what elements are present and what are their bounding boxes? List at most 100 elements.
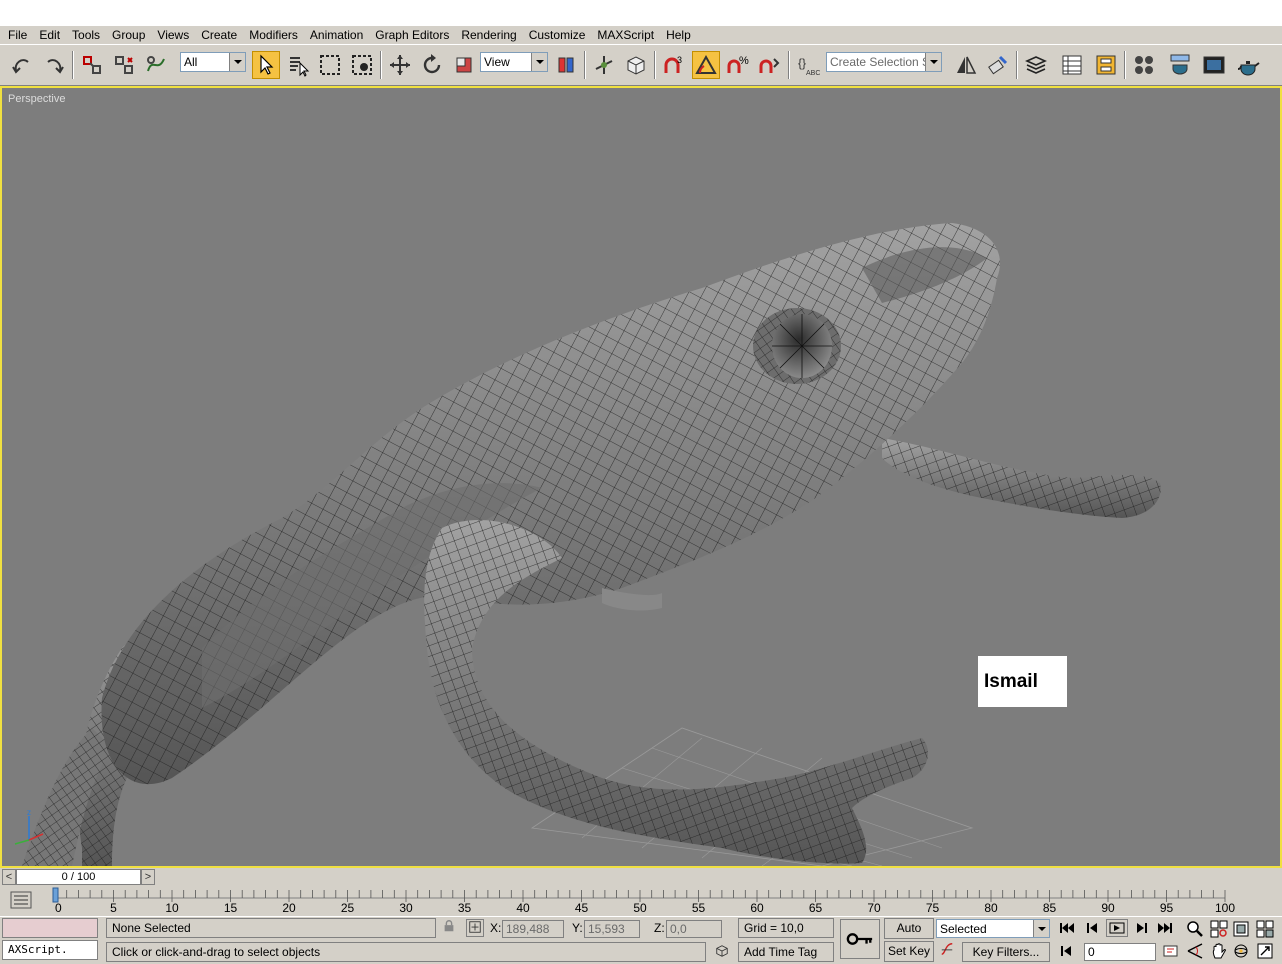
material-editor-button[interactable] (1130, 51, 1158, 79)
key-filters-button[interactable]: Key Filters... (962, 942, 1050, 962)
add-time-tag[interactable]: Add Time Tag (738, 942, 834, 962)
orbit-button[interactable] (1230, 941, 1252, 961)
menu-views[interactable]: Views (151, 26, 195, 44)
y-coordinate-field[interactable]: 15,593 (584, 920, 640, 938)
viewport-label[interactable]: Perspective (8, 93, 65, 105)
next-frame-button[interactable] (1130, 919, 1152, 937)
time-slider-thumb[interactable]: 0 / 100 (16, 869, 141, 885)
menu-maxscript[interactable]: MAXScript (591, 26, 660, 44)
toolbar-separator (654, 51, 656, 79)
goto-end-button[interactable] (1154, 919, 1176, 937)
move-icon (390, 55, 410, 75)
viewport-scene[interactable] (2, 88, 1280, 866)
current-frame-marker[interactable] (52, 887, 59, 903)
window-crossing-button[interactable] (348, 51, 376, 79)
field-of-view-button[interactable] (1184, 941, 1206, 961)
maxscript-mini-listener[interactable]: AXScript. (2, 940, 98, 960)
maxscript-listener-pink[interactable] (2, 918, 98, 938)
zoom-extents-all-button[interactable] (1254, 919, 1276, 939)
undo-button[interactable] (8, 51, 36, 79)
menu-rendering[interactable]: Rendering (455, 26, 522, 44)
rotate-icon (423, 54, 441, 74)
keyboard-shortcut-override-button[interactable] (622, 51, 650, 79)
selection-status: None Selected (106, 918, 436, 938)
play-button[interactable] (1106, 919, 1128, 937)
axis-gizmo-icon: z (14, 808, 44, 845)
maximize-viewport-button[interactable] (1254, 941, 1276, 961)
select-and-move-button[interactable] (386, 51, 414, 79)
menu-modifiers[interactable]: Modifiers (243, 26, 304, 44)
time-configuration-button[interactable] (1160, 942, 1182, 960)
unlink-selection-button[interactable] (110, 51, 138, 79)
goto-start-button[interactable] (1056, 919, 1078, 937)
select-and-scale-button[interactable] (450, 51, 478, 79)
goto-end-icon (1158, 923, 1172, 933)
mirror-button[interactable] (952, 51, 980, 79)
bind-to-space-warp-button[interactable] (142, 51, 170, 79)
menu-graph-editors[interactable]: Graph Editors (369, 26, 455, 44)
spinner-snap-toggle-button[interactable] (756, 51, 784, 79)
chevron-down-icon (925, 53, 941, 71)
select-by-name-button[interactable] (284, 51, 312, 79)
menu-help[interactable]: Help (660, 26, 697, 44)
pan-view-button[interactable] (1208, 941, 1230, 961)
angle-snap-toggle-button[interactable] (692, 51, 720, 79)
absolute-offset-toggle[interactable] (466, 919, 484, 937)
goto-start-icon (1060, 923, 1074, 933)
time-tag-button[interactable] (712, 944, 732, 962)
set-key-mode-button[interactable] (936, 942, 958, 961)
manipulate-icon (595, 56, 613, 74)
main-toolbar: All View 3 % {} ABC Create Selection Set (0, 44, 1282, 86)
time-slider-prev-button[interactable]: < (2, 869, 16, 885)
key-mode-toggle[interactable] (1056, 942, 1078, 960)
redo-button[interactable] (40, 51, 68, 79)
perspective-viewport[interactable]: Perspective Ismail z (0, 86, 1282, 868)
layer-manager-button[interactable] (1022, 51, 1050, 79)
rectangular-selection-button[interactable] (316, 51, 344, 79)
menu-bar: File Edit Tools Group Views Create Modifiers An… (0, 26, 1282, 44)
menu-tools[interactable]: Tools (66, 26, 106, 44)
track-tick-label: 40 (516, 901, 530, 915)
track-bar[interactable]: 0 5 10 15 20 25 30 35 40 45 50 55 60 65 70 75 80 85 90 95 10… (0, 886, 1282, 916)
x-coordinate-field[interactable]: 189,488 (502, 920, 564, 938)
default-in-out-tangents-button[interactable] (840, 919, 880, 959)
zoom-button[interactable] (1184, 919, 1206, 939)
key-mode-dropdown[interactable]: Selected (936, 919, 1050, 938)
menu-group[interactable]: Group (106, 26, 151, 44)
menu-file[interactable]: File (2, 26, 33, 44)
select-and-rotate-button[interactable] (418, 51, 446, 79)
select-and-link-button[interactable] (78, 51, 106, 79)
select-object-button[interactable] (252, 51, 280, 79)
percent-snap-toggle-button[interactable]: % (724, 51, 752, 79)
mini-curve-editor-icon[interactable] (10, 891, 32, 909)
current-frame-field[interactable]: 0 (1084, 943, 1156, 961)
edit-named-selection-button[interactable]: {} ABC (794, 51, 822, 79)
quick-render-button[interactable] (1200, 51, 1228, 79)
menu-create[interactable]: Create (195, 26, 243, 44)
set-key-button[interactable]: Set Key (884, 941, 934, 962)
schematic-view-button[interactable] (1092, 51, 1120, 79)
menu-animation[interactable]: Animation (304, 26, 369, 44)
curve-editor-button[interactable] (1058, 51, 1086, 79)
track-bar-ruler[interactable]: 0 5 10 15 20 25 30 35 40 45 50 55 60 65 70 75 80 85 90 95 10… (50, 886, 1250, 916)
align-button[interactable] (984, 51, 1012, 79)
use-pivot-center-button[interactable] (552, 51, 580, 79)
reference-coordinate-dropdown[interactable]: View (480, 52, 548, 72)
auto-key-button[interactable]: Auto Key (884, 918, 934, 953)
menu-customize[interactable]: Customize (523, 26, 592, 44)
z-coordinate-field[interactable]: 0,0 (666, 920, 722, 938)
select-and-manipulate-button[interactable] (590, 51, 618, 79)
lock-icon (444, 920, 454, 932)
zoom-extents-button[interactable] (1230, 919, 1252, 939)
frog-back-leg-front (424, 519, 928, 864)
snaps-toggle-button[interactable]: 3 (660, 51, 688, 79)
selection-filter-dropdown[interactable]: All (180, 52, 246, 72)
named-selection-set-dropdown[interactable]: Create Selection Set (826, 52, 942, 72)
render-last-button[interactable] (1234, 51, 1262, 79)
selection-lock-button[interactable] (440, 919, 458, 937)
menu-edit[interactable]: Edit (33, 26, 66, 44)
previous-frame-button[interactable] (1082, 919, 1104, 937)
render-scene-dialog-button[interactable] (1166, 51, 1194, 79)
time-slider-next-button[interactable]: > (141, 869, 155, 885)
zoom-all-button[interactable] (1208, 919, 1230, 939)
